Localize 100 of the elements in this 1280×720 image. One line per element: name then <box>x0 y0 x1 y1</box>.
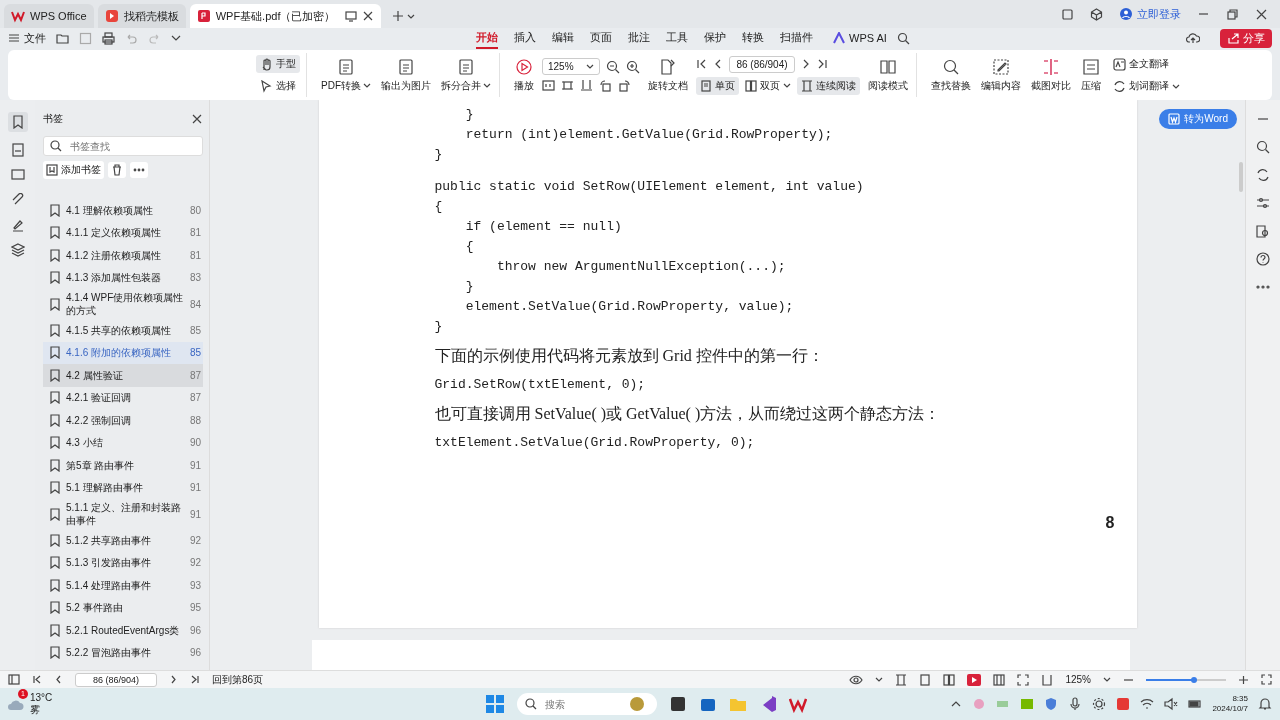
ribbon-tab[interactable]: 扫描件 <box>780 27 813 49</box>
convert-to-word-button[interactable]: 转为Word <box>1159 109 1237 129</box>
window-icon[interactable] <box>1061 7 1074 21</box>
cube-icon[interactable] <box>1090 7 1103 21</box>
close-icon[interactable] <box>1255 7 1268 21</box>
fit-width-icon[interactable] <box>993 673 1006 686</box>
zoom-in-icon[interactable] <box>1238 674 1249 685</box>
document-tab[interactable]: WPF基础.pdf（已加密） <box>189 4 382 28</box>
ribbon-tab[interactable]: 转换 <box>742 27 764 49</box>
file-menu[interactable]: 文件 <box>8 30 46 46</box>
terminal-app-icon[interactable] <box>669 695 687 713</box>
comment-icon[interactable] <box>10 168 25 182</box>
slider-thumb[interactable] <box>1191 676 1197 683</box>
next-page-icon[interactable] <box>169 674 178 685</box>
ribbon-button[interactable]: 阅读模式 <box>866 57 910 93</box>
wps-ai-button[interactable]: WPS AI <box>833 32 887 44</box>
continuous-scroll-icon[interactable] <box>895 673 908 686</box>
ribbon-button[interactable]: 压缩 <box>1079 57 1103 93</box>
chevron-up-icon[interactable] <box>950 699 963 709</box>
last-page-icon[interactable] <box>190 674 200 685</box>
ribbon-tab[interactable]: 编辑 <box>552 27 574 49</box>
wifi-icon[interactable] <box>1140 697 1155 711</box>
bookmark-search-field[interactable]: 书签查找 <box>68 139 178 153</box>
translate-button[interactable]: 全文翻译 <box>1109 55 1184 73</box>
fit-page-icon[interactable] <box>1017 673 1030 686</box>
single-page-icon[interactable] <box>919 673 932 686</box>
bookmark-item[interactable]: 4.3 小结 90 <box>43 431 203 454</box>
signature-icon[interactable] <box>10 218 25 232</box>
ribbon-tab[interactable]: 保护 <box>704 27 726 49</box>
scrollbar-thumb[interactable] <box>1239 162 1243 192</box>
bookmark-item[interactable]: 5.2 事件路由 95 <box>43 596 203 619</box>
ribbon-button[interactable]: 查找替换 <box>929 57 973 93</box>
share-button[interactable]: 分享 <box>1220 28 1272 48</box>
document-tab[interactable]: 找稻壳模板 <box>97 4 186 28</box>
gear-icon[interactable] <box>1092 697 1107 711</box>
square-app-icon[interactable] <box>1116 697 1131 711</box>
bookmark-item[interactable]: 4.1.3 添加属性包装器 83 <box>43 266 203 289</box>
sliders-icon[interactable] <box>1256 196 1270 210</box>
last-page-icon[interactable] <box>817 58 828 70</box>
login-link[interactable]: 立即登录 <box>1119 6 1181 22</box>
close-icon[interactable] <box>362 10 375 22</box>
restore-icon[interactable] <box>1226 7 1239 21</box>
ribbon-tab[interactable]: 页面 <box>590 27 612 49</box>
taskbar-search-field[interactable]: 搜索 <box>543 697 623 711</box>
zoom-out-icon[interactable] <box>606 59 620 74</box>
bookmark-item[interactable]: 4.2.2 强制回调 88 <box>43 409 203 432</box>
bookmark-item[interactable]: 5.2.2 冒泡路由事件 96 <box>43 641 203 664</box>
first-page-icon[interactable] <box>696 58 707 70</box>
print-icon[interactable] <box>102 31 115 45</box>
ribbon-button[interactable]: 编辑内容 <box>979 57 1023 93</box>
monitor-icon[interactable] <box>345 10 358 22</box>
bookmark-item[interactable]: 5.1 理解路由事件 91 <box>43 476 203 499</box>
play-button[interactable]: 播放 <box>512 57 536 93</box>
speaker-muted-icon[interactable] <box>1164 697 1179 711</box>
ribbon-tab[interactable]: 插入 <box>514 27 536 49</box>
help-icon[interactable] <box>1256 252 1270 266</box>
battery-icon[interactable] <box>1188 697 1203 711</box>
caret-icon[interactable] <box>171 34 181 42</box>
fit-page-icon[interactable] <box>561 79 574 92</box>
zoom-dropdown[interactable]: 125% <box>542 58 600 75</box>
tool-button[interactable]: 手型 <box>256 55 300 73</box>
more-button[interactable] <box>130 162 148 178</box>
view-mode-button[interactable]: 单页 <box>696 76 739 95</box>
two-page-icon[interactable] <box>943 673 956 686</box>
add-bookmark-button[interactable]: 添加书签 <box>43 161 104 179</box>
page-number-field[interactable]: 86 (86/904) <box>729 55 795 73</box>
shield-app-icon[interactable] <box>1044 697 1059 711</box>
bookmark-item[interactable]: 4.2.1 验证回调 87 <box>43 386 203 409</box>
go-back-link[interactable]: 回到第86页 <box>212 672 264 687</box>
zoom-level-dropdown[interactable]: 125% <box>1065 674 1091 685</box>
bookmark-item[interactable]: 4.2 属性验证 87 <box>43 364 203 387</box>
play-icon[interactable] <box>967 673 982 686</box>
view-mode-button[interactable]: 双页 <box>741 76 795 95</box>
bookmark-icon[interactable] <box>10 115 25 129</box>
next-page-icon[interactable] <box>801 58 811 70</box>
actual-size-icon[interactable] <box>542 79 555 92</box>
bookmark-search-box[interactable]: 书签查找 <box>43 136 203 156</box>
previous-page-icon[interactable] <box>713 58 723 70</box>
cloud-upload-icon[interactable] <box>1186 31 1200 45</box>
fit-width-icon[interactable] <box>580 79 593 92</box>
ribbon-button[interactable]: 拆分合并 <box>439 57 493 93</box>
bookmark-item[interactable]: 5.1.2 共享路由事件 92 <box>43 529 203 552</box>
rotate-left-icon[interactable] <box>599 79 612 92</box>
search-icon[interactable] <box>1256 140 1270 154</box>
document-tab[interactable]: WPS Office <box>4 4 94 28</box>
actual-size-icon[interactable] <box>1041 673 1054 686</box>
ribbon-tab[interactable]: 工具 <box>666 27 688 49</box>
bookmark-item[interactable]: 4.1.2 注册依赖项属性 81 <box>43 244 203 267</box>
taskbar-search-box[interactable]: 搜索 <box>517 693 657 715</box>
first-page-icon[interactable] <box>32 674 42 685</box>
bookmark-item[interactable]: 4.1.1 定义依赖项属性 81 <box>43 221 203 244</box>
ribbon-button[interactable]: 旋转文档 <box>646 57 690 93</box>
microphone-icon[interactable] <box>1068 697 1083 711</box>
bookmark-item[interactable]: 5.1.4 处理路由事件 93 <box>43 574 203 597</box>
sidebar-toggle-icon[interactable] <box>8 674 20 685</box>
page-number-field[interactable]: 86 (86/904) <box>75 672 157 687</box>
bookmark-item[interactable]: 第5章 路由事件 91 <box>43 454 203 477</box>
attachment-icon[interactable] <box>10 193 25 207</box>
bookmark-item[interactable]: 4.1.6 附加的依赖项属性 85 <box>43 341 203 364</box>
caret-icon[interactable] <box>407 12 416 20</box>
